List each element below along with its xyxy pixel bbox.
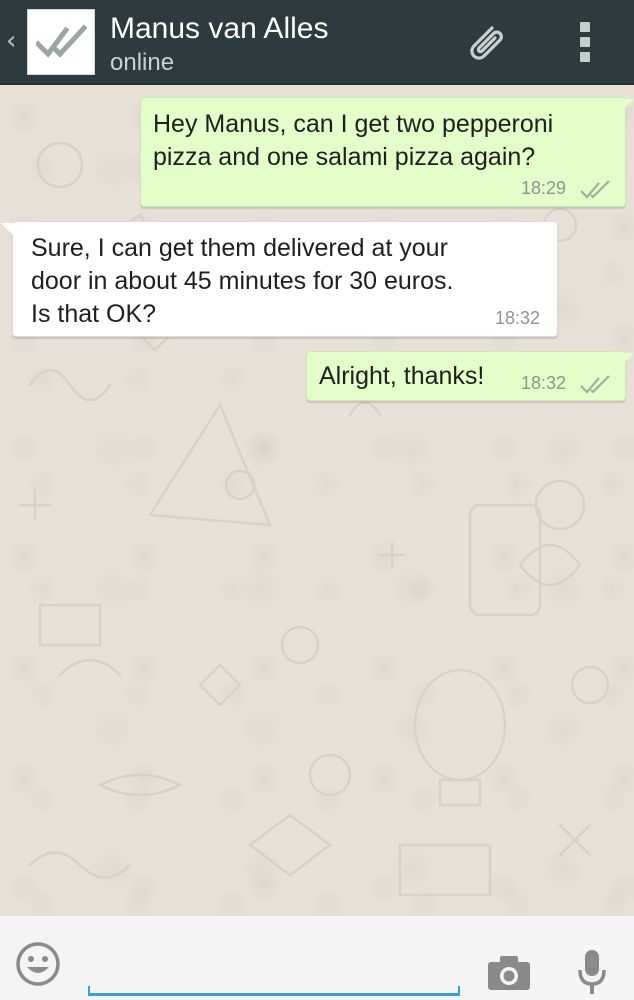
message-time: 18:29: [521, 178, 567, 198]
message-text-line: door in about 45 minutes for 30 euros.: [31, 267, 454, 295]
message-text-line: pizza and one salami pizza again?: [153, 143, 536, 171]
back-chevron-icon[interactable]: ‹: [6, 28, 16, 54]
camera-button[interactable]: [486, 954, 532, 992]
compose-bar: [0, 915, 634, 1000]
message-input[interactable]: [90, 956, 458, 986]
message-list[interactable]: Hey Manus, can I get two pepperoni pizza…: [0, 85, 634, 915]
contact-avatar[interactable]: [27, 9, 95, 75]
contact-status: online: [110, 49, 175, 76]
message-text-line: Alright, thanks!: [319, 362, 485, 390]
double-check-icon: [580, 180, 610, 199]
contact-name[interactable]: Manus van Alles: [110, 11, 328, 47]
emoji-button[interactable]: [14, 940, 62, 988]
voice-record-button[interactable]: [576, 948, 608, 998]
message-bubble-outgoing[interactable]: Hey Manus, can I get two pepperoni pizza…: [140, 97, 626, 207]
paperclip-icon: [470, 26, 503, 60]
wallpaper-doodles: [18, 141, 614, 897]
input-underline: [88, 986, 460, 996]
attach-button[interactable]: [456, 12, 516, 72]
double-check-avatar-icon: [36, 24, 88, 58]
double-check-icon: [580, 375, 610, 394]
message-text-line: Is that OK?: [31, 300, 157, 328]
message-text-line: Hey Manus, can I get two pepperoni: [153, 110, 554, 138]
chat-header: ‹ Manus van Alles online: [0, 0, 634, 85]
overflow-menu-button[interactable]: [566, 16, 606, 68]
message-text-line: Sure, I can get them delivered at your: [31, 234, 448, 262]
bubble-tail: [622, 99, 634, 111]
message-bubble-outgoing[interactable]: Alright, thanks! 18:32: [306, 351, 626, 401]
message-time: 18:32: [495, 308, 541, 328]
message-time: 18:32: [521, 373, 567, 393]
emoji-icon: [16, 942, 60, 986]
bubble-tail: [622, 353, 634, 365]
bubble-tail: [1, 223, 13, 235]
chat-screen: ‹ Manus van Alles online Hey Manus, can …: [0, 0, 634, 1000]
microphone-icon: [578, 950, 606, 994]
camera-icon: [488, 956, 530, 990]
message-bubble-incoming[interactable]: Sure, I can get them delivered at your d…: [12, 221, 558, 337]
